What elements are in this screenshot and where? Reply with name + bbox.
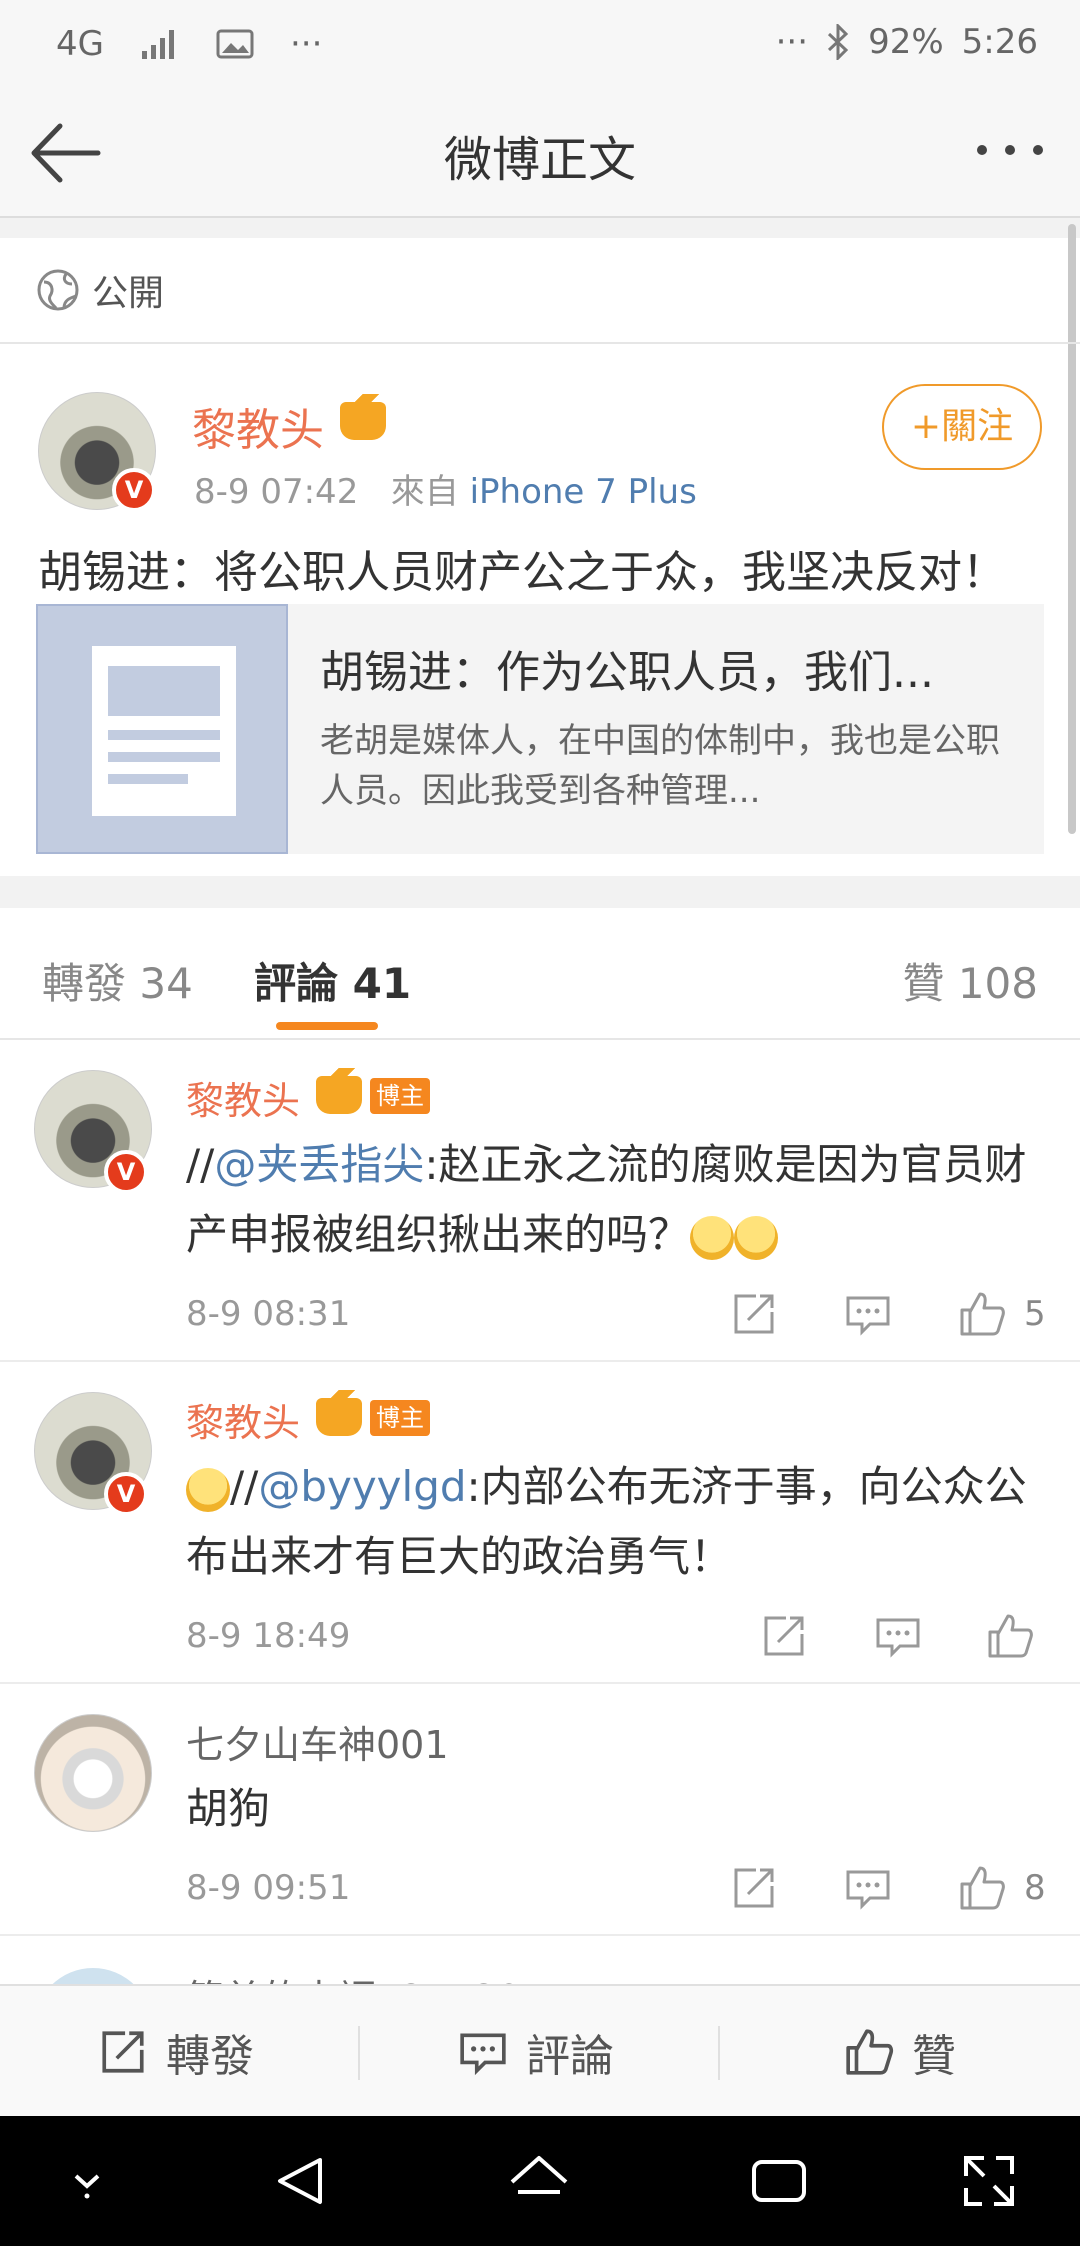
interaction-tabs: 轉發 34 評論 41 贊 108 (0, 908, 1080, 1040)
battery-percent: 92% (868, 22, 944, 62)
comment-text: //@夹丢指尖:赵正永之流的腐败是因为官员财产申报被组织揪出来的吗？ (186, 1140, 1027, 1260)
article-thumbnail (36, 604, 288, 854)
more-options-icon[interactable] (970, 120, 1050, 180)
member-crown-icon (340, 394, 386, 440)
thumbs-up-icon (846, 2029, 894, 2075)
like-button[interactable]: 贊 (844, 1986, 956, 2118)
section-divider (0, 876, 1080, 908)
status-bar: 4G ··· ··· 92% 5:26 (0, 0, 1080, 90)
verified-badge: V (104, 1472, 148, 1516)
tab-comments[interactable]: 評論 41 (254, 950, 411, 1011)
comment-item: V 黎教头 博主 //@byyylgd:内部公布无济于事，向公众公布出来才有巨大… (0, 1362, 1080, 1684)
section-divider (0, 218, 1080, 238)
like-comment-icon[interactable] (958, 1864, 1006, 1912)
like-count: 5 (1024, 1294, 1046, 1334)
comment-item: V 黎教头 博主 //@夹丢指尖:赵正永之流的腐败是因为官员财产申报被组织揪出来… (0, 1040, 1080, 1362)
article-card[interactable]: 胡锡进：作为公职人员，我们... 老胡是媒体人，在中国的体制中，我也是公职人员。… (36, 604, 1044, 854)
back-nav-icon[interactable] (268, 2148, 334, 2214)
post-date: 8-9 07:42 (194, 472, 359, 512)
verified-badge: V (104, 1150, 148, 1194)
hide-keyboard-icon[interactable] (54, 2148, 120, 2214)
mention-link[interactable]: @byyylgd (258, 1462, 466, 1511)
globe-icon (37, 269, 79, 311)
tab-repost[interactable]: 轉發 34 (42, 950, 193, 1011)
reply-comment-icon[interactable] (874, 1612, 922, 1660)
divider (358, 2026, 360, 2080)
member-crown-icon (316, 1068, 362, 1114)
comment-item: 七夕山车神001 胡狗 8-9 09:51 8 (0, 1684, 1080, 1936)
network-indicator: 4G (56, 24, 104, 64)
expand-screen-icon[interactable] (956, 2148, 1022, 2214)
comment-text: //@byyylgd:内部公布无济于事，向公众公布出来才有巨大的政治勇气！ (186, 1462, 1027, 1581)
overflow-icon: ··· (775, 22, 809, 62)
active-tab-indicator (276, 1022, 378, 1030)
repost-comment-icon[interactable] (730, 1864, 778, 1912)
more-notifications-icon: ··· (289, 24, 323, 64)
bottom-action-bar: 轉發 評論 贊 (0, 1984, 1080, 2116)
comment-text: 胡狗 (186, 1784, 271, 1833)
signal-icon (141, 30, 174, 59)
comment-icon (460, 2033, 506, 2076)
laugh-cry-emoji-icon (690, 1215, 735, 1260)
comment-button[interactable]: 評論 (458, 1986, 614, 2118)
page-title: 微博正文 (443, 132, 636, 188)
tab-likes[interactable]: 贊 108 (902, 950, 1038, 1011)
follow-button[interactable]: +關注 (882, 384, 1042, 470)
article-title: 胡锡进：作为公职人员，我们... (320, 647, 934, 698)
visibility-row: 公開 (0, 238, 1080, 344)
reply-comment-icon[interactable] (844, 1864, 892, 1912)
repost-label: 轉發 (166, 2031, 254, 2082)
comment-time: 8-9 09:51 (186, 1868, 351, 1908)
repost-comment-icon[interactable] (730, 1290, 778, 1338)
visibility-label: 公開 (92, 273, 165, 314)
repost-button[interactable]: 轉發 (98, 1986, 254, 2118)
smile-emoji-icon (186, 1467, 230, 1512)
author-name[interactable]: 黎教头 (192, 394, 324, 458)
bluetooth-icon (828, 24, 849, 60)
post-text: 胡锡进：将公职人员财产公之于众，我坚决反对！ (38, 547, 1006, 598)
time: 5:26 (961, 22, 1038, 62)
member-crown-icon (316, 1390, 362, 1436)
comment-time: 8-9 08:31 (186, 1294, 351, 1334)
verified-badge: V (112, 468, 156, 512)
commenter-avatar[interactable] (34, 1714, 152, 1832)
weibo-post: V 黎教头 8-9 07:42 來自 iPhone 7 Plus +關注 胡锡进… (0, 346, 1080, 876)
laugh-cry-emoji-icon (734, 1215, 779, 1260)
source-prefix: 來自 (390, 472, 459, 512)
system-nav-bar (0, 2116, 1080, 2246)
host-badge: 博主 (370, 1078, 430, 1114)
image-icon (216, 29, 254, 59)
post-source[interactable]: iPhone 7 Plus (470, 472, 697, 512)
mention-link[interactable]: @夹丢指尖 (214, 1140, 424, 1189)
commenter-name[interactable]: 七夕山车神001 (186, 1714, 449, 1769)
commenter-name[interactable]: 黎教头 (186, 1392, 300, 1447)
like-comment-icon[interactable] (958, 1290, 1006, 1338)
repost-comment-icon[interactable] (760, 1612, 808, 1660)
comment-label: 評論 (526, 2031, 614, 2082)
recent-apps-icon[interactable] (746, 2148, 812, 2214)
like-comment-icon[interactable] (986, 1612, 1034, 1660)
document-icon (92, 646, 236, 816)
nav-bar: 微博正文 (0, 90, 1080, 218)
repost-icon (102, 2031, 144, 2073)
reply-comment-icon[interactable] (844, 1290, 892, 1338)
divider (718, 2026, 720, 2080)
host-badge: 博主 (370, 1400, 430, 1436)
home-nav-icon[interactable] (506, 2148, 572, 2214)
comment-time: 8-9 18:49 (186, 1616, 351, 1656)
article-summary: 老胡是媒体人，在中国的体制中，我也是公职人员。因此我受到各种管理... (320, 721, 1000, 811)
like-label: 贊 (912, 2031, 956, 2082)
post-meta: 8-9 07:42 來自 iPhone 7 Plus (194, 464, 697, 513)
like-count: 8 (1024, 1868, 1046, 1908)
commenter-name[interactable]: 黎教头 (186, 1070, 300, 1125)
